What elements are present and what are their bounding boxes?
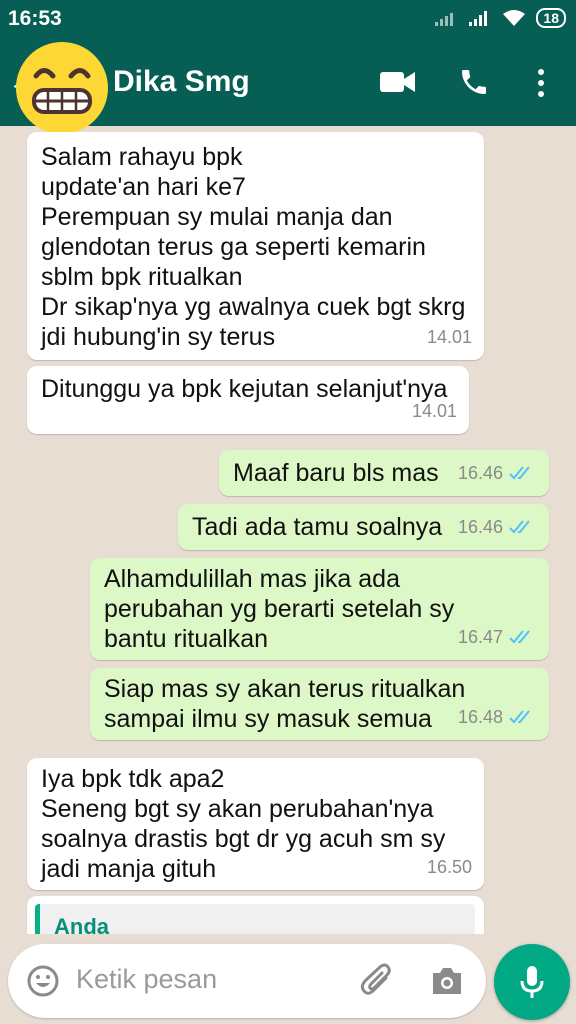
read-receipt-icon xyxy=(509,630,530,644)
signal-icon xyxy=(469,11,488,26)
message-text: Ditunggu ya bpk kejutan selanjut'nya xyxy=(41,375,448,403)
status-time: 16:53 xyxy=(8,7,62,30)
message-time: 16.47 xyxy=(457,627,503,647)
microphone-icon xyxy=(520,966,544,998)
battery-indicator: 18 xyxy=(536,8,566,28)
message-text: Salam rahayu bpk update'an hari ke7 Pere… xyxy=(41,143,466,351)
status-icons: 18 xyxy=(434,8,566,28)
message-bubble[interactable]: Alhamdulillah mas jika ada perubahan yg … xyxy=(90,558,549,660)
message-meta: 16.48 xyxy=(458,702,537,732)
message-list[interactable]: Salam rahayu bpk update'an hari ke7 Pere… xyxy=(0,126,576,934)
mic-button[interactable] xyxy=(494,944,570,1020)
message-bubble[interactable]: Maaf baru bls mas 16.46 xyxy=(219,450,549,496)
message-meta: 16.47 xyxy=(458,622,537,652)
wifi-icon xyxy=(503,10,526,26)
message-time: 16.46 xyxy=(457,463,503,483)
message-meta: 16.50 xyxy=(427,852,472,882)
message-time: 16.48 xyxy=(457,707,503,727)
message-bubble[interactable]: Ditunggu ya bpk kejutan selanjut'nya 14.… xyxy=(27,366,469,434)
emoji-icon[interactable] xyxy=(26,964,60,998)
quoted-message[interactable]: Anda xyxy=(35,904,475,934)
message-meta: 14.01 xyxy=(412,396,457,426)
message-text: Iya bpk tdk apa2 Seneng bgt sy akan peru… xyxy=(41,765,446,883)
message-bubble[interactable]: Siap mas sy akan terus ritualkan sampai … xyxy=(90,668,549,740)
message-input[interactable] xyxy=(76,964,346,995)
read-receipt-icon xyxy=(509,466,530,480)
message-meta: 16.46 xyxy=(458,512,537,542)
camera-icon[interactable] xyxy=(430,966,464,996)
status-bar: 16:53 18 xyxy=(0,0,576,38)
read-receipt-icon xyxy=(509,710,530,724)
message-composer[interactable] xyxy=(8,944,486,1018)
attach-icon[interactable] xyxy=(360,962,394,1000)
read-receipt-icon xyxy=(509,520,530,534)
more-options-icon[interactable] xyxy=(536,68,546,98)
message-bubble[interactable]: Tadi ada tamu soalnya 16.46 xyxy=(178,504,549,550)
message-time: 14.01 xyxy=(411,401,457,421)
contact-name[interactable]: Dika Smg xyxy=(113,65,250,99)
quoted-reply-bubble[interactable]: Anda xyxy=(27,896,484,934)
message-meta: 14.01 xyxy=(427,322,472,352)
quoted-sender: Anda xyxy=(54,914,109,934)
message-bubble[interactable]: Salam rahayu bpk update'an hari ke7 Pere… xyxy=(27,132,484,360)
chat-header: ← Dika Smg xyxy=(0,38,576,134)
video-call-icon[interactable] xyxy=(380,70,416,94)
message-time: 14.01 xyxy=(426,327,472,347)
message-time: 16.50 xyxy=(426,857,472,877)
avatar[interactable] xyxy=(12,38,112,138)
phone-icon[interactable] xyxy=(458,66,490,98)
message-bubble[interactable]: Iya bpk tdk apa2 Seneng bgt sy akan peru… xyxy=(27,758,484,890)
message-time: 16.46 xyxy=(457,517,503,537)
message-meta: 16.46 xyxy=(458,458,537,488)
signal-weak-icon xyxy=(435,13,454,26)
